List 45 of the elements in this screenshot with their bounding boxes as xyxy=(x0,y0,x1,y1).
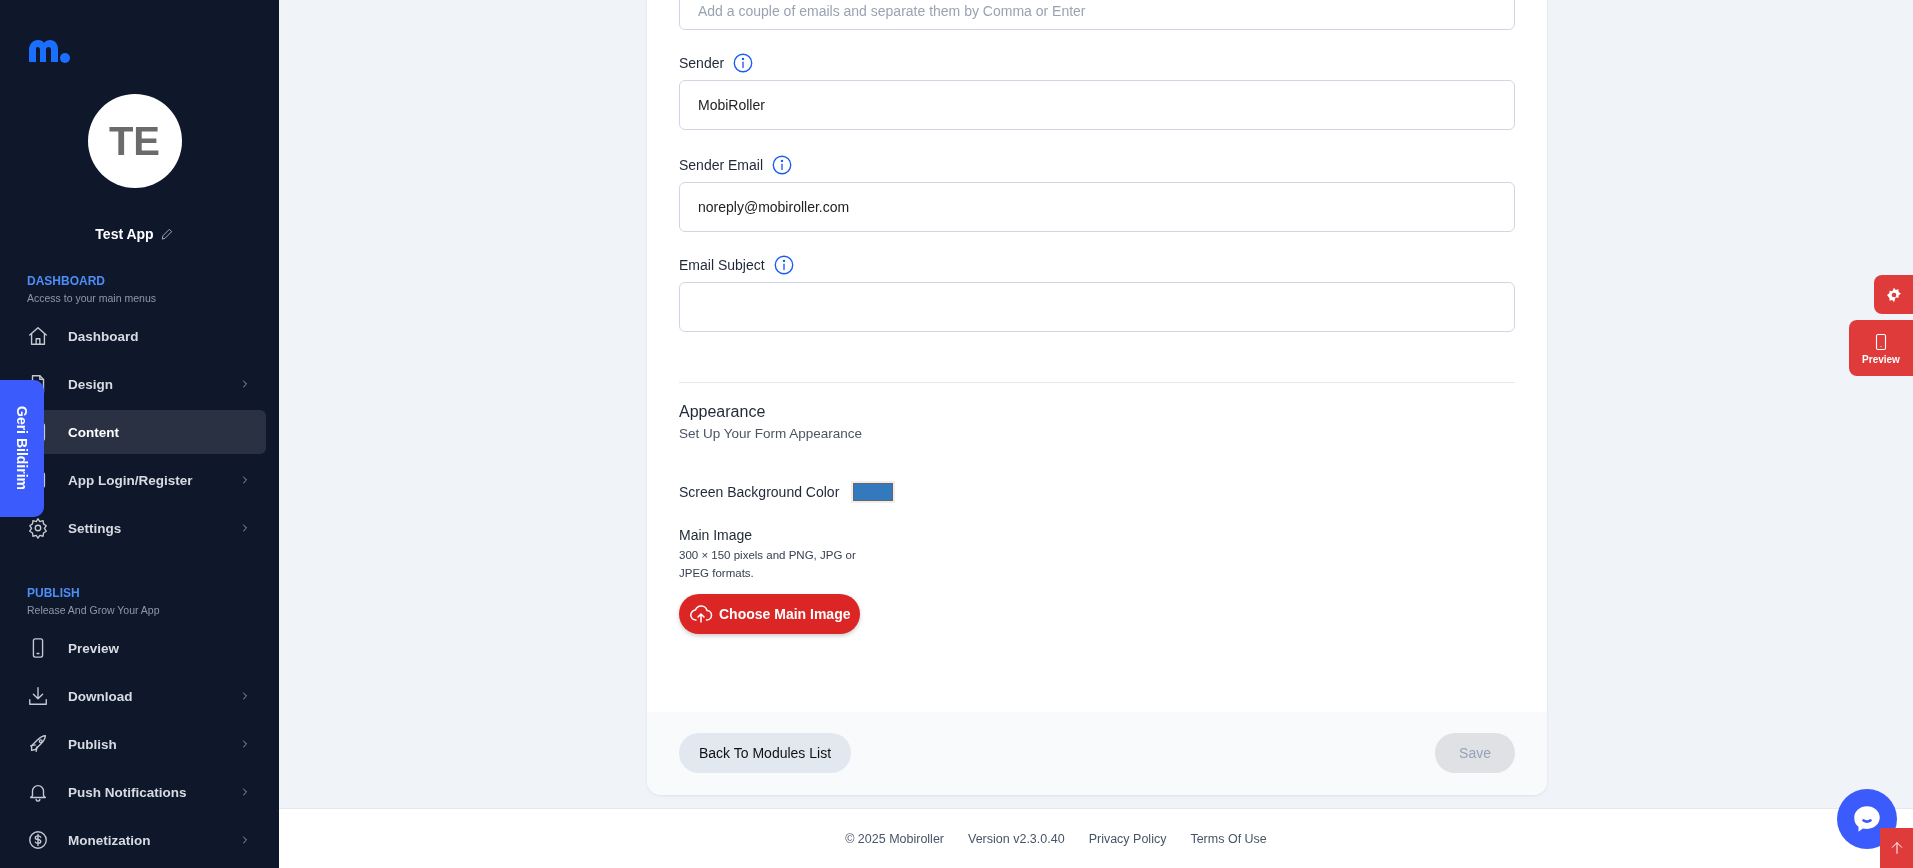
nav-item[interactable]: Push Notifications xyxy=(12,770,266,814)
back-button[interactable]: Back To Modules List xyxy=(679,733,852,773)
pencil-icon[interactable] xyxy=(159,227,174,241)
input-field[interactable]: Add a couple of emails and separate them by Comma or Enter xyxy=(679,0,1515,30)
info-icon[interactable] xyxy=(771,154,794,176)
info-icon[interactable] xyxy=(732,52,755,74)
section-title: PUBLISH xyxy=(27,586,81,600)
image-requirements: 300 × 150 pixels and PNG, JPG or JPEG formats. xyxy=(679,548,857,581)
house-icon xyxy=(27,325,49,347)
logo-icon xyxy=(27,38,71,64)
avatar: TE xyxy=(87,94,182,188)
field-label: Email Subject xyxy=(679,257,765,273)
dollar-coin-icon xyxy=(27,829,49,851)
input-field[interactable]: noreply@mobiroller.com xyxy=(679,182,1515,232)
nav-item[interactable]: Dashboard xyxy=(12,314,266,358)
preview-button[interactable]: Preview xyxy=(1849,320,1913,376)
feedback-tab-overlay[interactable]: Geri Bildirim xyxy=(0,380,44,517)
footer-link[interactable]: Privacy Policy xyxy=(1088,831,1167,846)
section-title: DASHBOARD xyxy=(27,274,106,288)
section-subtitle: Access to your main menus xyxy=(27,292,157,304)
setting-label: Main Image xyxy=(679,527,754,543)
section-subtitle: Release And Grow Your App xyxy=(27,604,161,616)
nav-item[interactable]: Download xyxy=(12,674,266,718)
nav-item[interactable]: Preview xyxy=(12,626,266,670)
footer-link[interactable]: Terms Of Use xyxy=(1190,831,1267,846)
section-heading: Appearance xyxy=(679,403,767,421)
input-field[interactable] xyxy=(679,282,1515,332)
nav-item[interactable]: Publish xyxy=(12,722,266,766)
field-label: Sender xyxy=(679,55,725,71)
nav-item[interactable]: Monetization xyxy=(12,818,266,862)
footer-text: Version v2.3.0.40 xyxy=(968,831,1065,846)
footer-text: © 2025 Mobiroller xyxy=(845,831,944,846)
input-field[interactable]: MobiRoller xyxy=(679,80,1515,130)
settings-icon xyxy=(1885,286,1902,303)
gear-icon xyxy=(27,517,49,539)
section-subtitle: Set Up Your Form Appearance xyxy=(679,426,864,441)
settings-button[interactable] xyxy=(1874,275,1913,314)
download-icon xyxy=(27,685,49,707)
field-label: Sender Email xyxy=(679,157,764,173)
app-name: Test App xyxy=(95,226,154,242)
cloud-upload-icon xyxy=(689,602,713,626)
rocket-icon xyxy=(27,733,49,755)
choose-image-button[interactable]: Choose Main Image xyxy=(679,594,861,634)
setting-label: Screen Background Color xyxy=(679,484,840,500)
info-icon[interactable] xyxy=(772,254,795,276)
